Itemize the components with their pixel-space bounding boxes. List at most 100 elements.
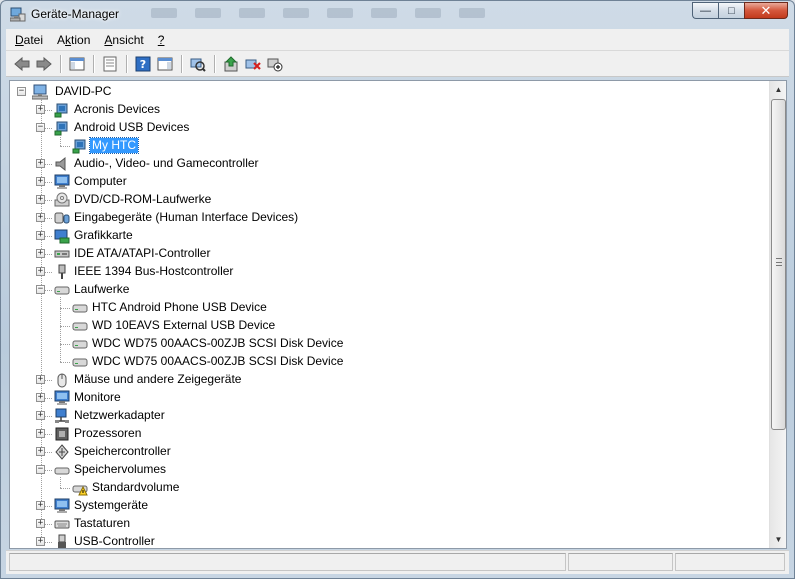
- tree-category-tastaturen[interactable]: + Tastaturen: [10, 515, 770, 533]
- tree-device-standardvolume[interactable]: Standardvolume: [10, 479, 770, 497]
- tree-connector-line: [60, 344, 70, 345]
- expand-toggle-icon[interactable]: +: [36, 249, 45, 258]
- console-tree-button[interactable]: [66, 53, 88, 75]
- collapse-toggle-icon[interactable]: −: [36, 465, 45, 474]
- scroll-down-icon[interactable]: ▼: [770, 531, 787, 548]
- expand-toggle-icon[interactable]: +: [36, 393, 45, 402]
- disable-button[interactable]: [264, 53, 286, 75]
- properties-button[interactable]: [99, 53, 121, 75]
- close-button[interactable]: ✕: [744, 2, 788, 19]
- tree-category-acronis-devices[interactable]: + Acronis Devices: [10, 101, 770, 119]
- tree-category-speichervolumes[interactable]: − Speichervolumes: [10, 461, 770, 479]
- collapse-toggle-icon[interactable]: −: [36, 123, 45, 132]
- expand-toggle-icon[interactable]: +: [36, 375, 45, 384]
- tree-item-label: Acronis Devices: [74, 102, 161, 116]
- expand-toggle-icon[interactable]: +: [36, 411, 45, 420]
- tree-category-computer[interactable]: + Computer: [10, 173, 770, 191]
- scroll-up-icon[interactable]: ▲: [770, 81, 787, 98]
- expand-toggle-icon[interactable]: +: [36, 231, 45, 240]
- tree-item-label: Tastaturen: [74, 516, 131, 530]
- tree-item-label: Eingabegeräte (Human Interface Devices): [74, 210, 299, 224]
- vertical-scrollbar[interactable]: ▲ ▼: [769, 81, 786, 548]
- monitor-icon: [54, 390, 70, 405]
- keyboard-icon: [54, 520, 70, 529]
- status-bar: [6, 550, 789, 574]
- expand-toggle-icon[interactable]: +: [36, 537, 45, 546]
- expand-toggle-icon[interactable]: +: [36, 195, 45, 204]
- scroll-grip-icon: [776, 258, 782, 266]
- menu-aktion[interactable]: Aktion: [50, 31, 97, 49]
- disk-drive-icon: [72, 340, 88, 349]
- expand-toggle-icon[interactable]: +: [36, 519, 45, 528]
- tree-category-m-use-und-andere-zeigeger-te[interactable]: + Mäuse und andere Zeigegeräte: [10, 371, 770, 389]
- tree-category-speichercontroller[interactable]: + Speichercontroller: [10, 443, 770, 461]
- expand-toggle-icon[interactable]: +: [36, 447, 45, 456]
- tree-device-wdc-wd75-00aacs-00zjb-scsi-disk-device[interactable]: WDC WD75 00AACS-00ZJB SCSI Disk Device: [10, 335, 770, 353]
- expand-toggle-icon[interactable]: +: [36, 267, 45, 276]
- device-manager-icon: [10, 7, 26, 22]
- update-driver-icon: [224, 55, 238, 71]
- computer-icon: [32, 84, 48, 100]
- network-adapter-icon: [55, 408, 69, 423]
- scan-hardware-changes-icon: [190, 58, 206, 72]
- tree-item-label: WDC WD75 00AACS-00ZJB SCSI Disk Device: [92, 354, 344, 368]
- device-chip-icon: [54, 103, 68, 118]
- maximize-button[interactable]: □: [718, 2, 744, 19]
- tree-device-wdc-wd75-00aacs-00zjb-scsi-disk-device[interactable]: WDC WD75 00AACS-00ZJB SCSI Disk Device: [10, 353, 770, 371]
- collapse-toggle-icon[interactable]: −: [36, 285, 45, 294]
- maximize-icon: □: [728, 4, 735, 17]
- tree-category-usb-controller[interactable]: + USB-Controller: [10, 533, 770, 548]
- minimize-button[interactable]: —: [692, 2, 718, 19]
- expand-toggle-icon[interactable]: +: [36, 429, 45, 438]
- tree-category-laufwerke[interactable]: − Laufwerke: [10, 281, 770, 299]
- tree-category-android-usb-devices[interactable]: − Android USB Devices: [10, 119, 770, 137]
- expand-toggle-icon[interactable]: +: [36, 213, 45, 222]
- device-manager-window: Geräte-Manager — □ ✕ Datei Aktion Ansich…: [0, 0, 795, 579]
- tree-item-label: WDC WD75 00AACS-00ZJB SCSI Disk Device: [92, 336, 344, 350]
- volume-icon: [54, 467, 70, 475]
- expand-toggle-icon[interactable]: +: [36, 105, 45, 114]
- tree-category-audio-video-und-gamecontroller[interactable]: + Audio-, Video- und Gamecontroller: [10, 155, 770, 173]
- tree-device-my-htc[interactable]: My HTC: [10, 137, 770, 155]
- back-button[interactable]: [11, 53, 33, 75]
- expand-toggle-icon[interactable]: +: [36, 159, 45, 168]
- tree-item-label: Computer: [74, 174, 127, 188]
- monitor-icon: [54, 174, 70, 189]
- tree-category-dvd-cd-rom-laufwerke[interactable]: + DVD/CD-ROM-Laufwerke: [10, 191, 770, 209]
- title-bar[interactable]: Geräte-Manager — □ ✕: [1, 1, 794, 29]
- menu-bar: Datei Aktion Ansicht ?: [6, 29, 789, 51]
- menu-datei[interactable]: Datei: [6, 31, 50, 49]
- collapse-toggle-icon[interactable]: −: [17, 87, 26, 96]
- tree-category-netzwerkadapter[interactable]: + Netzwerkadapter: [10, 407, 770, 425]
- tree-root[interactable]: − DAVID-PC: [10, 83, 770, 101]
- processor-icon: [55, 427, 69, 441]
- tree-device-wd-10eavs-external-usb-device[interactable]: WD 10EAVS External USB Device: [10, 317, 770, 335]
- tree-device-htc-android-phone-usb-device[interactable]: HTC Android Phone USB Device: [10, 299, 770, 317]
- tree-category-prozessoren[interactable]: + Prozessoren: [10, 425, 770, 443]
- toolbar-separator: [60, 54, 61, 73]
- usb-icon: [58, 534, 66, 548]
- tree-category-systemger-te[interactable]: + Systemgeräte: [10, 497, 770, 515]
- update-driver-button[interactable]: [220, 53, 242, 75]
- tree-category-ide-ata-atapi-controller[interactable]: + IDE ATA/ATAPI-Controller: [10, 245, 770, 263]
- scroll-thumb[interactable]: [771, 99, 786, 430]
- help-button[interactable]: ?: [132, 53, 154, 75]
- menu-ansicht[interactable]: Ansicht: [97, 31, 150, 49]
- action-pane-button[interactable]: [154, 53, 176, 75]
- status-pane-main: [9, 553, 566, 571]
- tree-connector-line: [60, 488, 70, 489]
- menu-help[interactable]: ?: [151, 31, 172, 49]
- tree-category-eingabeger-te-human-interface-devices[interactable]: + Eingabegeräte (Human Interface Devices): [10, 209, 770, 227]
- tree-category-grafikkarte[interactable]: + Grafikkarte: [10, 227, 770, 245]
- speaker-icon: [55, 156, 66, 172]
- tree-category-monitore[interactable]: + Monitore: [10, 389, 770, 407]
- optical-drive-icon: [54, 192, 70, 207]
- toolbar-separator: [93, 54, 94, 73]
- tree-category-ieee-1394-bus-hostcontroller[interactable]: + IEEE 1394 Bus-Hostcontroller: [10, 263, 770, 281]
- uninstall-button[interactable]: [242, 53, 264, 75]
- expand-toggle-icon[interactable]: +: [36, 177, 45, 186]
- forward-button[interactable]: [33, 53, 55, 75]
- scan-hardware-button[interactable]: [187, 53, 209, 75]
- expand-toggle-icon[interactable]: +: [36, 501, 45, 510]
- tree-item-label: Netzwerkadapter: [74, 408, 165, 422]
